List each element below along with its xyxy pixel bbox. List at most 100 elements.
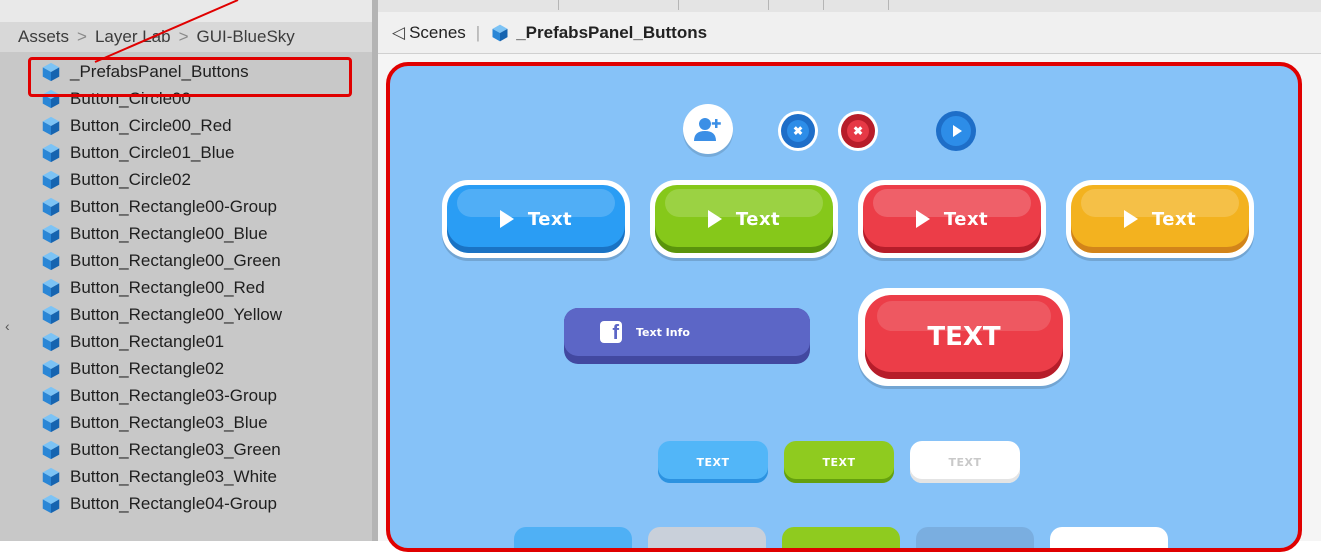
play-circle-face xyxy=(941,116,971,146)
unity-cube-icon xyxy=(42,251,60,270)
bottom-button-green[interactable] xyxy=(782,527,900,548)
text-button-red[interactable]: Text xyxy=(858,180,1046,258)
asset-name: Button_Circle02 xyxy=(70,169,191,189)
unity-cube-icon xyxy=(42,278,60,297)
unity-cube-icon xyxy=(42,305,60,324)
asset-name: Button_Rectangle00_Blue xyxy=(70,223,268,243)
button-label: Text xyxy=(527,208,573,230)
small-button-label: TEXT xyxy=(696,455,730,469)
asset-name: Button_Rectangle00-Group xyxy=(70,196,277,216)
small-button-blue[interactable]: TEXT xyxy=(658,441,768,483)
asset-name: Button_Rectangle00_Green xyxy=(70,250,281,270)
unity-cube-icon xyxy=(42,494,60,513)
add-user-button[interactable] xyxy=(683,104,733,154)
text-button-blue[interactable]: Text xyxy=(442,180,630,258)
scenes-link[interactable]: Scenes xyxy=(409,23,466,43)
asset-list-item[interactable]: Button_Rectangle01 xyxy=(0,328,372,355)
text-button-red-face: Text xyxy=(863,185,1041,253)
text-button-yellow[interactable]: Text xyxy=(1066,180,1254,258)
asset-name: Button_Rectangle03-Group xyxy=(70,385,277,405)
play-icon xyxy=(915,210,930,228)
close-button-red-face: ✖ xyxy=(841,114,875,148)
facebook-button-face: f Text Info xyxy=(564,308,810,356)
divider: | xyxy=(475,22,481,42)
unity-cube-icon xyxy=(42,170,60,189)
breadcrumb-gui-bluesky[interactable]: GUI-BlueSky xyxy=(197,27,295,47)
button-label: Text xyxy=(735,208,781,230)
asset-list-item[interactable]: Button_Rectangle03_Blue xyxy=(0,409,372,436)
asset-list: _PrefabsPanel_Buttons Button_Circle00 Butt… xyxy=(0,58,372,517)
prefab-preview-canvas: ✖ ✖ Text Text Text Text f Text Info TEXT… xyxy=(386,62,1302,552)
text-button-green[interactable]: Text xyxy=(650,180,838,258)
large-button-label: TEXT xyxy=(927,322,1001,352)
panel-resize-handle[interactable]: ‹ xyxy=(0,300,14,360)
asset-list-item[interactable]: Button_Circle02 xyxy=(0,166,372,193)
asset-name: Button_Circle00_Red xyxy=(70,115,232,135)
play-icon xyxy=(707,210,722,228)
breadcrumb: Assets > Layer Lab > GUI-BlueSky xyxy=(0,22,372,52)
button-label: Text xyxy=(943,208,989,230)
play-icon xyxy=(499,210,514,228)
asset-list-item[interactable]: Button_Rectangle04-Group xyxy=(0,490,372,517)
asset-list-item[interactable]: Button_Rectangle03-Group xyxy=(0,382,372,409)
scene-back-icon[interactable]: ◁ xyxy=(392,23,405,43)
asset-list-item[interactable]: Button_Circle00_Red xyxy=(0,112,372,139)
text-button-blue-face: Text xyxy=(447,185,625,253)
asset-name: Button_Rectangle00_Yellow xyxy=(70,304,283,324)
breadcrumb-layer-lab[interactable]: Layer Lab xyxy=(95,27,171,47)
asset-name: Button_Rectangle01 xyxy=(70,331,225,351)
asset-name: Button_Circle01_Blue xyxy=(70,142,235,162)
window-tab-strip xyxy=(378,0,1321,12)
asset-name: Button_Rectangle03_White xyxy=(70,466,277,486)
unity-cube-icon xyxy=(42,143,60,162)
bottom-button-white[interactable] xyxy=(1050,527,1168,548)
panel-toolbar xyxy=(0,0,372,22)
unity-cube-icon xyxy=(42,332,60,351)
asset-name: Button_Rectangle00_Red xyxy=(70,277,265,297)
close-button-blue[interactable]: ✖ xyxy=(778,111,818,151)
facebook-button-label: Text Info xyxy=(636,325,690,339)
text-button-green-face: Text xyxy=(655,185,833,253)
large-text-button-red[interactable]: TEXT xyxy=(858,288,1070,386)
unity-cube-icon xyxy=(42,440,60,459)
asset-list-item[interactable]: Button_Rectangle00_Red xyxy=(0,274,372,301)
asset-list-item[interactable]: Button_Rectangle03_White xyxy=(0,463,372,490)
asset-name: Button_Rectangle04-Group xyxy=(70,493,277,513)
button-label: Text xyxy=(1151,208,1197,230)
small-button-green[interactable]: TEXT xyxy=(784,441,894,483)
small-button-label: TEXT xyxy=(948,455,982,469)
prefab-title: _PrefabsPanel_Buttons xyxy=(516,22,708,42)
unity-cube-icon xyxy=(42,224,60,243)
unity-cube-icon xyxy=(42,359,60,378)
asset-list-item[interactable]: Button_Rectangle00_Green xyxy=(0,247,372,274)
chevron-right-icon: > xyxy=(77,27,87,46)
chevron-left-icon: ‹ xyxy=(5,318,10,334)
unity-cube-icon xyxy=(42,197,60,216)
asset-list-item[interactable]: Button_Rectangle00-Group xyxy=(0,193,372,220)
text-button-yellow-face: Text xyxy=(1071,185,1249,253)
large-text-button-red-face: TEXT xyxy=(865,295,1063,379)
chevron-right-icon: > xyxy=(178,27,189,46)
close-button-red[interactable]: ✖ xyxy=(838,111,878,151)
asset-list-item[interactable]: Button_Rectangle02 xyxy=(0,355,372,382)
small-button-label: TEXT xyxy=(822,455,856,469)
small-button-white[interactable]: TEXT xyxy=(910,441,1020,483)
bottom-button-gray[interactable] xyxy=(648,527,766,548)
breadcrumb-assets[interactable]: Assets xyxy=(18,27,69,47)
bottom-button-blue[interactable] xyxy=(514,527,632,548)
asset-name: Button_Rectangle03_Blue xyxy=(70,412,268,432)
play-circle-button[interactable] xyxy=(936,111,976,151)
selected-item-highlight xyxy=(28,57,352,97)
close-icon: ✖ xyxy=(847,120,869,142)
close-button-blue-face: ✖ xyxy=(781,114,815,148)
bottom-button-dimblue[interactable] xyxy=(916,527,1034,548)
facebook-button[interactable]: f Text Info xyxy=(564,308,810,364)
asset-list-item[interactable]: Button_Circle01_Blue xyxy=(0,139,372,166)
play-icon xyxy=(953,125,962,137)
asset-list-item[interactable]: Button_Rectangle00_Yellow xyxy=(0,301,372,328)
add-user-icon xyxy=(694,118,721,141)
asset-list-item[interactable]: Button_Rectangle00_Blue xyxy=(0,220,372,247)
close-icon: ✖ xyxy=(787,120,809,142)
asset-list-item[interactable]: Button_Rectangle03_Green xyxy=(0,436,372,463)
unity-cube-icon xyxy=(42,386,60,405)
